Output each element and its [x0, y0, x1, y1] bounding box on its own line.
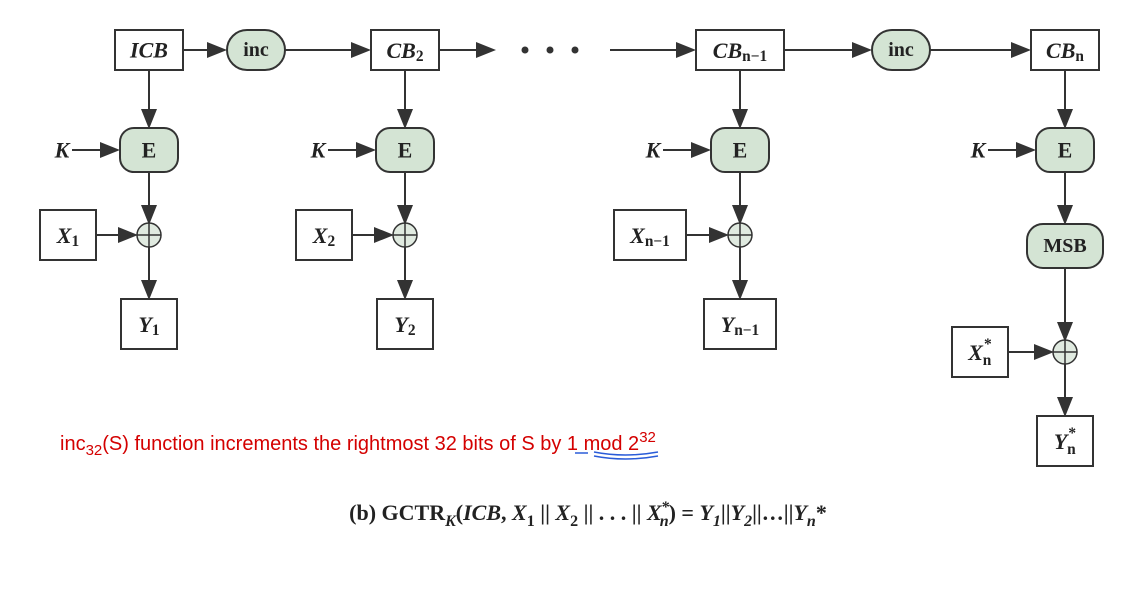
yns-label: Y*n: [1054, 425, 1076, 458]
caption: (b) GCTRK(ICB, X1 || X2 || . . . || X*n)…: [349, 499, 827, 530]
underline-mod-2: [594, 456, 658, 459]
annotation-text: inc32(S) function increments the rightmo…: [60, 429, 656, 459]
k4-label: K: [970, 138, 987, 163]
inc2-label: inc: [888, 39, 914, 61]
k3-label: K: [645, 138, 662, 163]
xns-label: X*n: [967, 336, 992, 369]
ellipsis-dot: [522, 47, 529, 54]
xor-1: [137, 223, 161, 247]
k2-label: K: [310, 138, 327, 163]
ellipsis-dot: [547, 47, 554, 54]
inc1-label: inc: [243, 39, 269, 61]
k1-label: K: [54, 138, 71, 163]
xor-2: [393, 223, 417, 247]
icb-label: ICB: [129, 38, 168, 63]
xor-4: [1053, 340, 1077, 364]
e2-label: E: [398, 138, 413, 163]
ellipsis-dot: [572, 47, 579, 54]
gctr-diagram: ICB inc CB2 CBn−1 inc CBn E K E K E K E …: [20, 20, 1136, 572]
e4-label: E: [1058, 138, 1073, 163]
e1-label: E: [142, 138, 157, 163]
e3-label: E: [733, 138, 748, 163]
xor-3: [728, 223, 752, 247]
msb-label: MSB: [1043, 235, 1086, 257]
